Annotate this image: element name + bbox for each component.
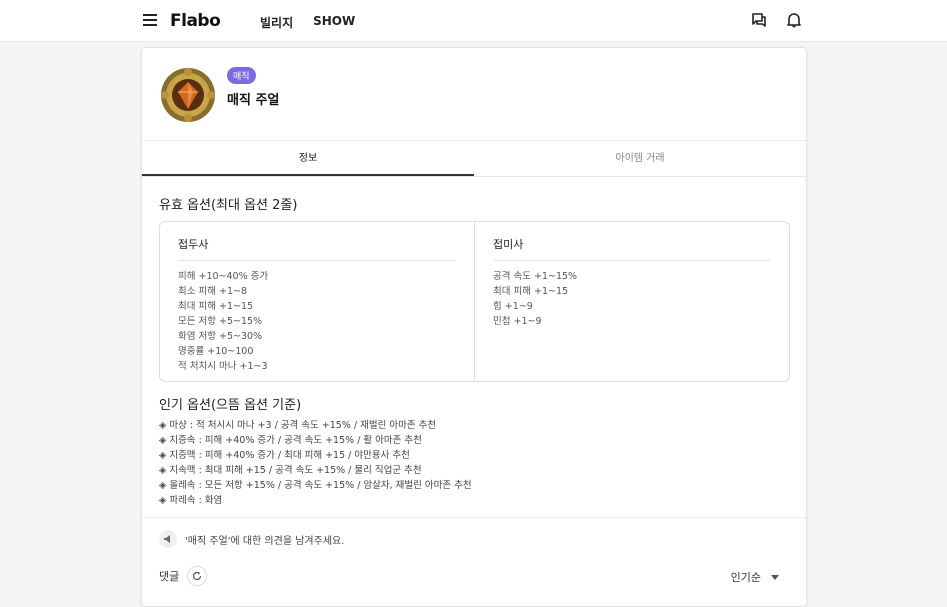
item-detail-card: 매직 매직 주얼 정보 아이템 거래 유효 옵션(최대 옵션 2줄) 접두사 피… (141, 47, 807, 607)
sort-label: 인기순 (730, 571, 761, 584)
bell-icon[interactable] (787, 12, 801, 28)
popular-options-list: ◈ 마샹 : 적 처시시 마나 +3 / 공격 속도 +15% / 재벌린 아마… (159, 418, 472, 508)
refresh-button[interactable] (187, 566, 208, 586)
tab-item-trade[interactable]: 아이템 거래 (474, 141, 806, 176)
prefix-option: 적 처치시 마나 +1~3 (178, 361, 268, 372)
tab-info[interactable]: 정보 (142, 141, 474, 176)
top-bar: Flabo 빌리지 SHOW (0, 0, 947, 42)
main-nav: 빌리지 SHOW (260, 14, 355, 31)
nav-item-show[interactable]: SHOW (313, 14, 355, 31)
prefix-option: 모든 저항 +5~15% (178, 316, 263, 327)
nav-item-village[interactable]: 빌리지 (260, 14, 293, 31)
popular-option: ◈ 지증맥 : 피해 +40% 증가 / 최대 피해 +15 / 야만용사 추천 (159, 450, 410, 461)
suffix-column: 접미사 공격 속도 +1~15% 최대 피해 +1~15 힘 +1~9 민첩 +… (474, 222, 789, 381)
prefix-heading: 접두사 (178, 236, 456, 261)
logo[interactable]: Flabo (170, 11, 221, 31)
sort-dropdown[interactable]: 인기순 (731, 569, 779, 585)
popular-options-title: 인기 옵션(으뜸 옵션 기준) (159, 398, 302, 413)
feedback-text: '매직 주얼'에 대한 의견을 남겨주세요. (185, 535, 345, 547)
popular-option: ◈ 지증속 : 피해 +40% 증가 / 공격 속도 +15% / 활 아마존 … (159, 435, 422, 446)
menu-icon[interactable] (143, 14, 157, 26)
tab-bar: 정보 아이템 거래 (142, 141, 806, 177)
divider (142, 517, 806, 518)
comments-label: 댓글 (159, 570, 180, 583)
prefix-option: 피해 +10~40% 증가 (178, 271, 269, 282)
valid-options-title: 유효 옵션(최대 옵션 2줄) (159, 198, 298, 213)
prefix-option: 명중률 +10~100 (178, 346, 254, 357)
chat-icon[interactable] (751, 12, 767, 28)
comments-header: 댓글 (159, 566, 208, 586)
prefix-option: 최소 피해 +1~8 (178, 286, 248, 297)
suffix-option: 민첩 +1~9 (493, 316, 542, 327)
suffix-option: 힘 +1~9 (493, 301, 533, 312)
prefix-option: 최대 피해 +1~15 (178, 301, 254, 312)
megaphone-icon (159, 530, 177, 548)
item-name: 매직 주얼 (227, 93, 280, 108)
feedback-prompt[interactable]: '매직 주얼'에 대한 의견을 남겨주세요. (159, 530, 344, 548)
popular-option: ◈ 파레속 : 화염 (159, 495, 223, 506)
prefix-option: 화염 저항 +5~30% (178, 331, 263, 342)
suffix-option: 공격 속도 +1~15% (493, 271, 578, 282)
refresh-icon (193, 571, 202, 581)
popular-option: ◈ 마샹 : 적 처시시 마나 +3 / 공격 속도 +15% / 재벌린 아마… (159, 420, 437, 431)
suffix-option: 최대 피해 +1~15 (493, 286, 569, 297)
jewel-image-icon (161, 68, 215, 122)
chevron-down-icon (771, 574, 779, 580)
rarity-badge: 매직 (227, 67, 256, 84)
suffix-heading: 접미사 (493, 236, 771, 261)
valid-options-box: 접두사 피해 +10~40% 증가 최소 피해 +1~8 최대 피해 +1~15… (159, 221, 790, 382)
popular-option: ◈ 지속맥 : 최대 피해 +15 / 공격 속도 +15% / 물리 직업군 … (159, 465, 422, 476)
popular-option: ◈ 올레속 : 모든 저항 +15% / 공격 속도 +15% / 암살자, 재… (159, 480, 472, 491)
prefix-column: 접두사 피해 +10~40% 증가 최소 피해 +1~8 최대 피해 +1~15… (160, 222, 474, 381)
top-icons (751, 12, 801, 28)
